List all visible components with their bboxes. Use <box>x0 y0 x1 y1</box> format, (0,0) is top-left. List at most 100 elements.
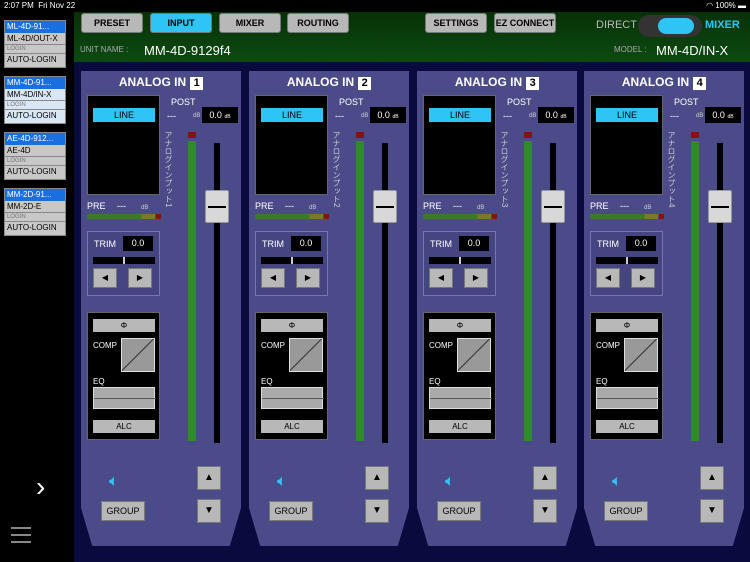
fader-up-button[interactable]: ▲ <box>197 466 221 490</box>
fader-track[interactable] <box>717 143 723 443</box>
post-peak: --- <box>670 111 679 121</box>
chevron-right-icon[interactable]: › <box>36 472 45 502</box>
fader-up-button[interactable]: ▲ <box>533 466 557 490</box>
direct-mixer-toggle[interactable] <box>638 15 702 37</box>
alc-button[interactable]: ALC <box>429 420 491 433</box>
mixer-button[interactable]: MIXER <box>219 13 281 33</box>
post-value[interactable]: 0.0 dB <box>202 107 238 123</box>
eq-graph[interactable] <box>596 387 659 409</box>
trim-slider-thumb[interactable] <box>291 257 293 264</box>
channel-display[interactable]: LINE <box>255 95 328 195</box>
trim-slider[interactable] <box>261 257 323 264</box>
group-button[interactable]: GROUP <box>437 501 481 521</box>
phase-button[interactable]: Φ <box>596 319 658 332</box>
speaker-icon[interactable]: 🔈︎ <box>612 473 622 491</box>
device-login[interactable]: LOGIN <box>5 157 65 165</box>
trim-slider-thumb[interactable] <box>459 257 461 264</box>
device-autologin[interactable]: AUTO-LOGIN <box>5 165 65 178</box>
trim-decrease-button[interactable]: ◀ <box>261 268 285 288</box>
trim-value[interactable]: 0.0 <box>291 236 321 251</box>
eq-graph[interactable] <box>429 387 492 409</box>
post-value[interactable]: 0.0 dB <box>538 107 574 123</box>
device-card[interactable]: ML-4D-91... ML-4D/OUT-X LOGIN AUTO-LOGIN <box>4 20 66 68</box>
fader-track[interactable] <box>382 143 388 443</box>
post-value[interactable]: 0.0 dB <box>370 107 406 123</box>
trim-decrease-button[interactable]: ◀ <box>93 268 117 288</box>
device-login[interactable]: LOGIN <box>5 45 65 53</box>
trim-panel: TRIM 0.0 ◀ ▶ <box>423 231 496 296</box>
alc-button[interactable]: ALC <box>93 420 155 433</box>
post-value[interactable]: 0.0 dB <box>705 107 741 123</box>
phase-button[interactable]: Φ <box>261 319 323 332</box>
line-button[interactable]: LINE <box>429 108 491 122</box>
pre-peak: --- <box>453 201 462 211</box>
phase-button[interactable]: Φ <box>93 319 155 332</box>
channel-display[interactable]: LINE <box>590 95 663 195</box>
line-button[interactable]: LINE <box>261 108 323 122</box>
device-card[interactable]: MM-2D-91... MM-2D-E LOGIN AUTO-LOGIN <box>4 188 66 236</box>
comp-graph[interactable] <box>289 338 323 372</box>
fader-down-button[interactable]: ▼ <box>197 499 221 523</box>
comp-graph[interactable] <box>121 338 155 372</box>
preset-button[interactable]: PRESET <box>81 13 143 33</box>
speaker-icon[interactable]: 🔈︎ <box>109 473 119 491</box>
device-model: MM-2D-E <box>5 201 65 213</box>
channel-display[interactable]: LINE <box>87 95 160 195</box>
fader-handle[interactable] <box>373 190 397 223</box>
channel-display[interactable]: LINE <box>423 95 496 195</box>
phase-button[interactable]: Φ <box>429 319 491 332</box>
trim-slider[interactable] <box>93 257 155 264</box>
eq-graph[interactable] <box>261 387 324 409</box>
input-button[interactable]: INPUT <box>150 13 212 33</box>
fader-track[interactable] <box>550 143 556 443</box>
alc-button[interactable]: ALC <box>261 420 323 433</box>
trim-value[interactable]: 0.0 <box>626 236 656 251</box>
fader-up-button[interactable]: ▲ <box>700 466 724 490</box>
fader-down-button[interactable]: ▼ <box>533 499 557 523</box>
eq-graph[interactable] <box>93 387 156 409</box>
device-card-selected[interactable]: MM-4D-91... MM-4D/IN-X LOGIN AUTO-LOGIN <box>4 76 66 124</box>
trim-increase-button[interactable]: ▶ <box>296 268 320 288</box>
trim-increase-button[interactable]: ▶ <box>128 268 152 288</box>
trim-decrease-button[interactable]: ◀ <box>596 268 620 288</box>
trim-value[interactable]: 0.0 <box>123 236 153 251</box>
trim-slider-thumb[interactable] <box>123 257 125 264</box>
trim-value[interactable]: 0.0 <box>459 236 489 251</box>
eq-label: EQ <box>429 377 441 386</box>
device-header: AE-4D-912... <box>5 133 65 145</box>
group-button[interactable]: GROUP <box>101 501 145 521</box>
comp-graph[interactable] <box>457 338 491 372</box>
comp-graph[interactable] <box>624 338 658 372</box>
device-autologin[interactable]: AUTO-LOGIN <box>5 109 65 122</box>
alc-button[interactable]: ALC <box>596 420 658 433</box>
trim-increase-button[interactable]: ▶ <box>631 268 655 288</box>
fader-down-button[interactable]: ▼ <box>365 499 389 523</box>
trim-increase-button[interactable]: ▶ <box>464 268 488 288</box>
routing-button[interactable]: ROUTING <box>287 13 349 33</box>
speaker-icon[interactable]: 🔈︎ <box>445 473 455 491</box>
group-button[interactable]: GROUP <box>604 501 648 521</box>
menu-icon[interactable] <box>11 527 31 548</box>
fader-handle[interactable] <box>205 190 229 223</box>
fader-down-button[interactable]: ▼ <box>700 499 724 523</box>
trim-slider[interactable] <box>596 257 658 264</box>
fader-handle[interactable] <box>541 190 565 223</box>
line-button[interactable]: LINE <box>596 108 658 122</box>
device-autologin[interactable]: AUTO-LOGIN <box>5 221 65 234</box>
settings-button[interactable]: SETTINGS <box>425 13 487 33</box>
line-button[interactable]: LINE <box>93 108 155 122</box>
device-login[interactable]: LOGIN <box>5 213 65 221</box>
device-card[interactable]: AE-4D-912... AE-4D LOGIN AUTO-LOGIN <box>4 132 66 180</box>
post-clip-indicator <box>356 132 364 138</box>
trim-slider[interactable] <box>429 257 491 264</box>
ez-connect-button[interactable]: EZ CONNECT <box>494 13 556 33</box>
speaker-icon[interactable]: 🔈︎ <box>277 473 287 491</box>
fader-handle[interactable] <box>708 190 732 223</box>
trim-decrease-button[interactable]: ◀ <box>429 268 453 288</box>
device-login[interactable]: LOGIN <box>5 101 65 109</box>
trim-slider-thumb[interactable] <box>626 257 628 264</box>
fader-up-button[interactable]: ▲ <box>365 466 389 490</box>
group-button[interactable]: GROUP <box>269 501 313 521</box>
device-autologin[interactable]: AUTO-LOGIN <box>5 53 65 66</box>
fader-track[interactable] <box>214 143 220 443</box>
